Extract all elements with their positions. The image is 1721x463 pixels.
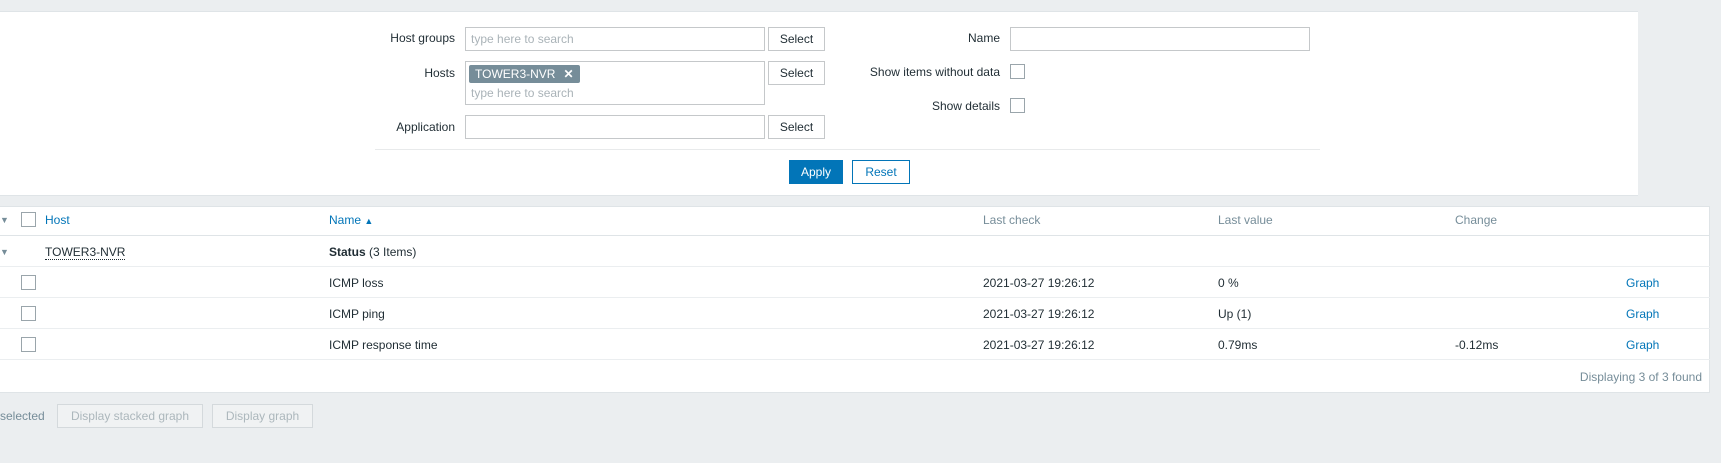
item-last-check: 2021-03-27 19:26:12 [983,307,1095,321]
hosts-input[interactable]: TOWER3-NVR ✕ type here to search [465,61,765,105]
application-input[interactable] [465,115,765,139]
group-item-count: (3 Items) [369,245,417,259]
name-input[interactable] [1010,27,1310,51]
graph-link[interactable]: Graph [1626,338,1659,352]
item-change: -0.12ms [1455,338,1499,352]
header-divider [0,235,1710,236]
collapse-all-icon[interactable]: ▼ [0,215,9,225]
item-last-check: 2021-03-27 19:26:12 [983,338,1095,352]
reset-button[interactable]: Reset [852,160,910,184]
remove-tag-icon[interactable]: ✕ [563,67,573,81]
graph-link[interactable]: Graph [1626,276,1659,290]
column-header-change: Change [1455,213,1498,227]
item-last-value: 0.79ms [1218,338,1258,352]
application-select-button[interactable]: Select [768,115,825,139]
host-groups-label: Host groups [390,31,455,45]
column-header-name-label: Name [329,213,362,227]
host-tag-label: TOWER3-NVR [475,67,556,81]
row-checkbox[interactable] [21,306,36,321]
select-all-checkbox[interactable] [21,212,36,227]
application-label: Application [396,120,455,134]
column-header-last-value: Last value [1218,213,1273,227]
item-name: ICMP loss [329,276,384,290]
show-items-without-data-checkbox[interactable] [1010,64,1025,79]
item-last-value: Up (1) [1218,307,1252,321]
collapse-group-icon[interactable]: ▼ [0,247,9,257]
row-checkbox[interactable] [21,275,36,290]
show-details-label: Show details [931,99,1000,113]
paging-info: Displaying 3 of 3 found [1579,370,1702,384]
display-stacked-graph-button[interactable]: Display stacked graph [57,404,203,428]
filter-tab-bar [0,0,1638,12]
item-last-value: 0 % [1218,276,1239,290]
apply-button[interactable]: Apply [789,160,843,184]
row-divider [0,328,1710,329]
display-graph-button[interactable]: Display graph [212,404,313,428]
host-groups-input[interactable]: type here to search [465,27,765,51]
name-label: Name [967,31,1000,45]
filter-divider [375,149,1320,150]
host-groups-select-button[interactable]: Select [768,27,825,51]
show-items-without-data-label: Show items without data [869,65,1000,79]
group-host-link[interactable]: TOWER3-NVR [45,245,126,260]
hosts-select-button[interactable]: Select [768,61,825,85]
hosts-label: Hosts [424,66,455,80]
selected-count: selected [0,409,45,423]
page-gutter [1638,0,1721,195]
item-name: ICMP response time [329,338,438,352]
item-name: ICMP ping [329,307,385,321]
row-divider [0,266,1710,267]
group-application-name: Status [329,245,366,259]
group-application: Status (3 Items) [329,245,416,259]
item-last-check: 2021-03-27 19:26:12 [983,276,1095,290]
column-header-host[interactable]: Host [45,213,70,227]
row-checkbox[interactable] [21,337,36,352]
hosts-search-placeholder: type here to search [471,86,574,100]
sort-ascending-icon: ▲ [364,216,374,226]
column-header-last-check: Last check [983,213,1041,227]
host-tag[interactable]: TOWER3-NVR ✕ [469,65,580,83]
row-divider [0,297,1710,298]
show-details-checkbox[interactable] [1010,98,1025,113]
column-header-name[interactable]: Name ▲ [329,213,373,227]
row-divider [0,359,1710,360]
graph-link[interactable]: Graph [1626,307,1659,321]
